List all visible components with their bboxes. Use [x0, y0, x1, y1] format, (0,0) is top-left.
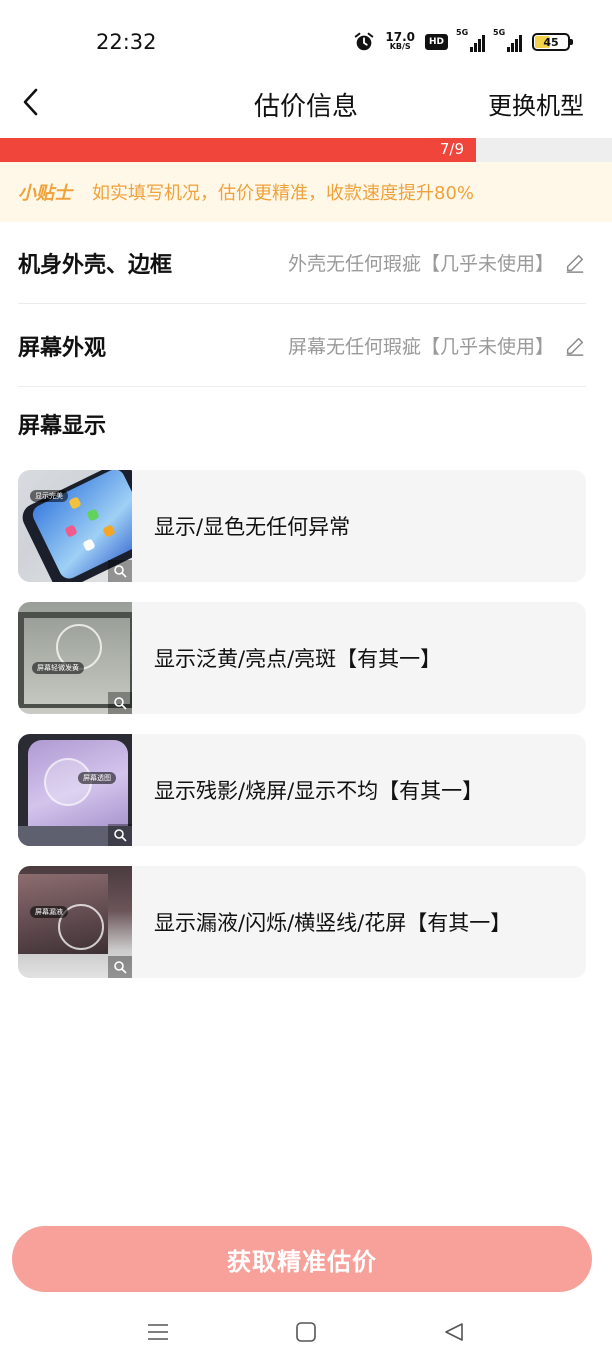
row-label: 屏幕外观 [18, 335, 107, 361]
answered-row-screen[interactable]: 屏幕外观 屏幕无任何瑕疵【几乎未使用】 [18, 305, 586, 387]
signal-icon: 5G [456, 28, 485, 52]
zoom-icon[interactable] [108, 824, 132, 846]
option-label: 显示漏液/闪烁/横竖线/花屏【有其一】 [154, 911, 512, 935]
back-icon[interactable] [440, 1318, 468, 1346]
option-thumbnail[interactable]: 屏幕透图 [18, 734, 132, 846]
status-bar: 22:32 17.0 KB/S HD 5G 5G 45 [0, 0, 612, 80]
zoom-icon[interactable] [108, 956, 132, 978]
signal-icon: 5G [493, 28, 522, 52]
option-card[interactable]: 屏幕透图 显示残影/烧屏/显示不均【有其一】 [18, 734, 586, 846]
progress-label: 7/9 [439, 140, 464, 158]
row-value: 屏幕无任何瑕疵【几乎未使用】 [287, 336, 554, 358]
option-label: 显示残影/烧屏/显示不均【有其一】 [154, 779, 484, 803]
tip-text: 如实填写机况，估价更精准，收款速度提升80% [92, 183, 475, 204]
battery-level: 45 [543, 35, 559, 49]
tip-banner: 小贴士 如实填写机况，估价更精准，收款速度提升80% [0, 162, 612, 222]
thumbnail-tag: 显示完美 [30, 490, 68, 502]
option-thumbnail[interactable]: 屏幕漏液 [18, 866, 132, 978]
system-nav-bar [0, 1312, 612, 1350]
option-thumbnail[interactable]: 显示完美 [18, 470, 132, 582]
section-title: 屏幕显示 [18, 414, 107, 439]
progress-fill [0, 138, 476, 162]
status-time: 22:32 [96, 30, 157, 54]
nav-bar: 估价信息 更换机型 [0, 80, 612, 136]
progress-bar: 7/9 [0, 138, 612, 162]
battery-icon: 45 [532, 33, 573, 51]
option-label: 显示/显色无任何异常 [154, 515, 351, 539]
alarm-icon [355, 32, 374, 51]
status-icons: 17.0 KB/S HD 5G 5G 45 [353, 28, 573, 56]
edit-icon[interactable] [564, 252, 586, 274]
thumbnail-tag: 屏幕透图 [78, 772, 116, 784]
hd-icon: HD [424, 34, 448, 50]
net-speed: 17.0 KB/S [385, 30, 415, 52]
row-label: 机身外壳、边框 [18, 252, 173, 278]
home-icon[interactable] [292, 1318, 320, 1346]
thumbnail-tag: 屏幕轻微发黄 [32, 662, 84, 674]
signal-label: 5G [493, 28, 506, 37]
net-speed-unit: KB/S [389, 42, 411, 51]
net-speed-value: 17.0 [385, 30, 415, 44]
option-card[interactable]: 显示完美 显示/显色无任何异常 [18, 470, 586, 582]
option-card[interactable]: 屏幕漏液 显示漏液/闪烁/横竖线/花屏【有其一】 [18, 866, 586, 978]
tip-badge: 小贴士 [18, 183, 72, 204]
get-estimate-button[interactable]: 获取精准估价 [12, 1226, 592, 1292]
zoom-icon[interactable] [108, 560, 132, 582]
change-model-button[interactable]: 更换机型 [488, 86, 584, 121]
option-thumbnail[interactable]: 屏幕轻微发黄 [18, 602, 132, 714]
edit-icon[interactable] [564, 335, 586, 357]
thumbnail-tag: 屏幕漏液 [30, 906, 68, 918]
menu-icon[interactable] [144, 1318, 172, 1346]
signal-label: 5G [456, 28, 469, 37]
option-label: 显示泛黄/亮点/亮斑【有其一】 [154, 647, 442, 671]
option-card[interactable]: 屏幕轻微发黄 显示泛黄/亮点/亮斑【有其一】 [18, 602, 586, 714]
answered-row-shell[interactable]: 机身外壳、边框 外壳无任何瑕疵【几乎未使用】 [18, 222, 586, 304]
zoom-icon[interactable] [108, 692, 132, 714]
row-value: 外壳无任何瑕疵【几乎未使用】 [287, 253, 554, 275]
